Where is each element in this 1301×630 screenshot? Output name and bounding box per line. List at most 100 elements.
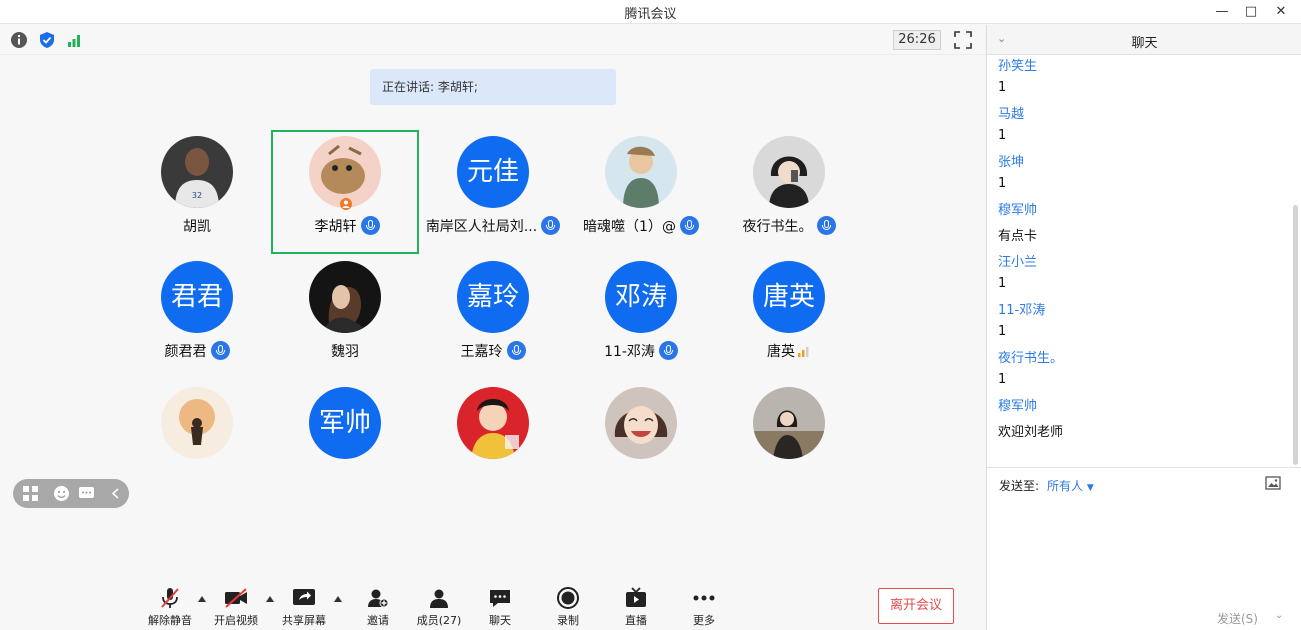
- chat-header: ⌄ 聊天: [987, 25, 1301, 55]
- record-label: 录制: [557, 614, 579, 627]
- avatar: [753, 387, 825, 459]
- participant-tile-active[interactable]: 李胡轩: [271, 130, 419, 254]
- avatar: [753, 136, 825, 208]
- chat-message: 有点卡: [998, 229, 1038, 244]
- minimize-button[interactable]: —: [1212, 2, 1232, 22]
- avatar: 邓涛: [605, 261, 677, 333]
- unmute-label: 解除静音: [148, 614, 192, 627]
- fullscreen-icon[interactable]: [953, 30, 973, 50]
- chat-message: 1: [998, 128, 1007, 143]
- mic-muted-icon: [161, 588, 179, 608]
- avatar: [457, 387, 529, 459]
- host-badge-icon: [340, 198, 352, 210]
- participant-name: 唐英: [715, 341, 863, 361]
- video-options-caret[interactable]: [266, 596, 274, 602]
- chat-message: 欢迎刘老师: [998, 425, 1064, 440]
- video-label: 开启视频: [214, 614, 258, 627]
- start-video-button[interactable]: 开启视频: [206, 578, 266, 630]
- chat-panel: ⌄ 聊天 孙笑生 1 马越 1 张坤 1 穆军帅 有点卡 汪小兰 1 11-邓涛…: [986, 25, 1301, 630]
- send-to-label: 发送至:: [999, 479, 1040, 493]
- share-screen-button[interactable]: 共享屏幕: [274, 578, 334, 630]
- chat-sender: 张坤: [998, 155, 1025, 170]
- mic-on-icon: [360, 216, 380, 235]
- leave-meeting-button[interactable]: 离开会议: [878, 588, 954, 624]
- avatar: [161, 387, 233, 459]
- chat-message: 1: [998, 276, 1007, 291]
- image-icon[interactable]: [1265, 476, 1281, 490]
- emoji-icon[interactable]: [53, 485, 70, 502]
- chat-scrollbar[interactable]: [1293, 205, 1298, 465]
- avatar: 军帅: [309, 387, 381, 459]
- collapse-chevron-icon[interactable]: [107, 485, 124, 502]
- members-button[interactable]: 成员(27): [409, 578, 469, 630]
- participant-tile[interactable]: [123, 381, 271, 505]
- send-to-value: 所有人: [1047, 479, 1084, 493]
- participant-name: 暗魂噬（1）@: [567, 216, 715, 236]
- participant-tile[interactable]: 元佳 南岸区人社局刘...: [419, 130, 567, 254]
- chat-icon: [490, 590, 510, 607]
- participant-tile[interactable]: 军帅: [271, 381, 419, 505]
- participant-name: 李胡轩: [273, 216, 421, 236]
- info-icon[interactable]: [10, 31, 28, 49]
- participant-name: 夜行书生。: [715, 216, 863, 236]
- participant-tile[interactable]: 邓涛 11-邓涛: [567, 255, 715, 379]
- mic-on-icon: [658, 341, 678, 360]
- participant-name: 胡凯: [183, 219, 211, 235]
- avatar: [605, 387, 677, 459]
- window-title: 腾讯会议: [624, 7, 677, 22]
- invite-label: 邀请: [367, 614, 389, 627]
- participant-tile[interactable]: [715, 381, 863, 505]
- participant-tile[interactable]: [567, 381, 715, 505]
- participant-tile[interactable]: 魏羽: [271, 255, 419, 379]
- add-user-icon: [368, 589, 389, 608]
- top-toolbar: 26:26: [0, 25, 986, 55]
- participant-tile[interactable]: 唐英 唐英: [715, 255, 863, 379]
- more-label: 更多: [693, 614, 715, 627]
- unmute-button[interactable]: 解除静音: [140, 578, 200, 630]
- maximize-button[interactable]: □: [1241, 2, 1261, 22]
- chat-sender: 夜行书生。: [998, 351, 1064, 366]
- grid-layout-icon[interactable]: [22, 485, 39, 502]
- participant-tile[interactable]: 32 胡凯: [123, 130, 271, 254]
- record-icon: [557, 587, 579, 609]
- share-screen-icon: [293, 589, 315, 605]
- participant-name: 颜君君: [123, 341, 271, 361]
- send-to-dropdown[interactable]: 所有人 ▼: [1047, 479, 1094, 493]
- live-tv-icon: [626, 587, 646, 607]
- send-options-chevron-icon[interactable]: ⌄: [1275, 610, 1283, 621]
- participant-tile[interactable]: 夜行书生。: [715, 130, 863, 254]
- chat-message-list[interactable]: 孙笑生 1 马越 1 张坤 1 穆军帅 有点卡 汪小兰 1 11-邓涛 1 夜行…: [987, 55, 1289, 465]
- more-button[interactable]: 更多: [674, 578, 734, 630]
- participant-tile[interactable]: 嘉玲 王嘉玲: [419, 255, 567, 379]
- participant-tile[interactable]: 君君 颜君君: [123, 255, 271, 379]
- live-label: 直播: [625, 614, 647, 627]
- record-button[interactable]: 录制: [538, 578, 598, 630]
- participant-tile[interactable]: 暗魂噬（1）@: [567, 130, 715, 254]
- chat-message: 1: [998, 176, 1007, 191]
- signal-bars-icon: [798, 347, 809, 357]
- close-button[interactable]: ✕: [1271, 2, 1291, 22]
- invite-button[interactable]: 邀请: [348, 578, 408, 630]
- chat-sender: 汪小兰: [998, 255, 1038, 270]
- chat-sender: 穆军帅: [998, 399, 1038, 414]
- send-button[interactable]: 发送(S): [1217, 610, 1258, 627]
- chat-message: 1: [998, 80, 1007, 95]
- mic-on-icon: [816, 216, 836, 235]
- share-options-caret[interactable]: [334, 596, 342, 602]
- chat-bubble-icon[interactable]: [78, 485, 95, 502]
- participant-name: 南岸区人社局刘...: [419, 216, 567, 236]
- signal-icon[interactable]: [66, 31, 84, 49]
- chat-button[interactable]: 聊天: [470, 578, 530, 630]
- participant-name: 魏羽: [331, 344, 359, 360]
- live-button[interactable]: 直播: [606, 578, 666, 630]
- participant-tile[interactable]: [419, 381, 567, 505]
- avatar: 唐英: [753, 261, 825, 333]
- participant-name: 11-邓涛: [567, 341, 715, 361]
- avatar: 君君: [161, 261, 233, 333]
- svg-text:32: 32: [192, 191, 202, 200]
- mic-on-icon: [541, 216, 561, 235]
- shield-icon[interactable]: [38, 31, 56, 49]
- chat-sender: 马越: [998, 107, 1025, 122]
- unmute-options-caret[interactable]: [198, 596, 206, 602]
- mic-on-icon: [210, 341, 230, 360]
